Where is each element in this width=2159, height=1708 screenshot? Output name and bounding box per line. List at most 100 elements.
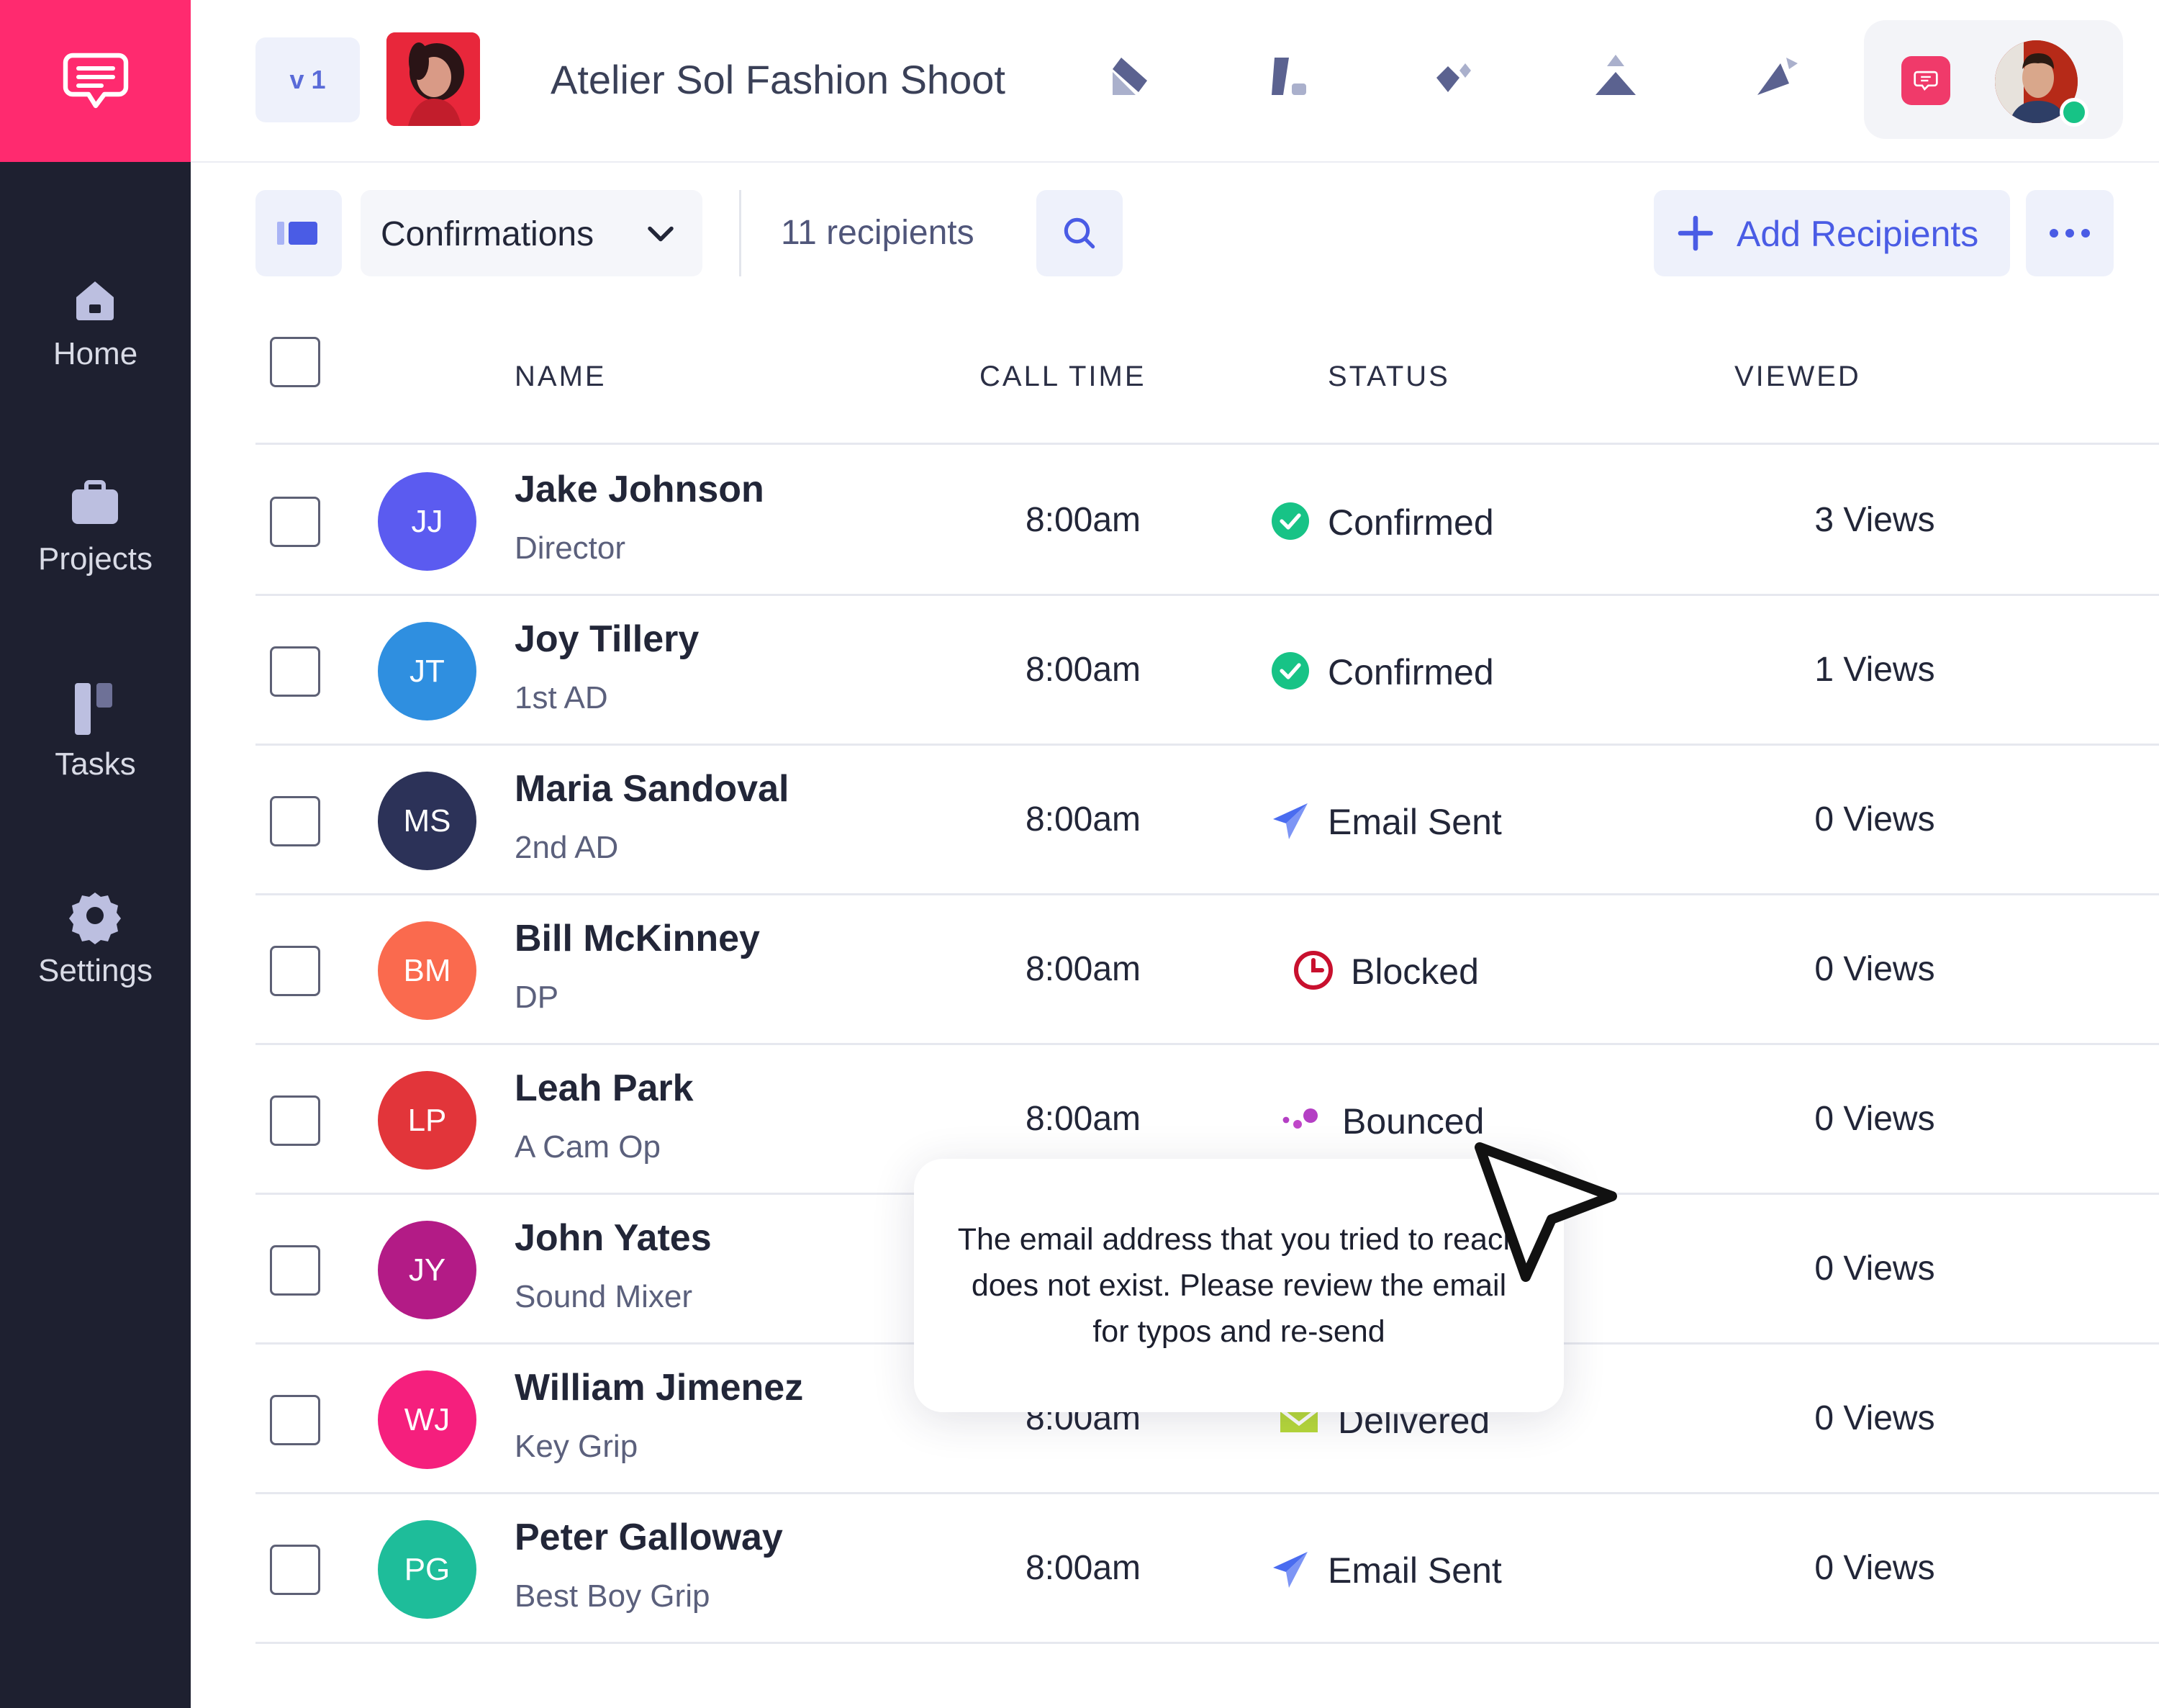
briefcase-icon: [72, 480, 118, 524]
portrait-image: [386, 32, 480, 126]
recipient-name[interactable]: William Jimenez: [515, 1366, 803, 1409]
views-count: 0 Views: [1814, 800, 1935, 839]
views-count: 0 Views: [1814, 950, 1935, 988]
plus-icon: [1678, 215, 1714, 251]
recipient-role: Director: [515, 530, 626, 566]
views-count: 0 Views: [1814, 1549, 1935, 1587]
tooltip-text: The email address that you tried to reac…: [957, 1222, 1521, 1349]
paper-plane-icon: [1269, 799, 1312, 842]
avatar: PG: [378, 1520, 476, 1619]
recipient-name[interactable]: Bill McKinney: [515, 917, 760, 960]
row-checkbox[interactable]: [270, 497, 320, 547]
avatar: JY: [378, 1221, 476, 1319]
check-circle-icon: [1269, 649, 1312, 692]
recipients-count: 11 recipients: [781, 214, 974, 252]
sidebar-item-settings[interactable]: Settings: [0, 887, 191, 1024]
call-time: 8:00am: [1025, 1549, 1141, 1587]
row-checkbox[interactable]: [270, 946, 320, 996]
avatar: LP: [378, 1071, 476, 1170]
add-recipients-label: Add Recipients: [1737, 214, 1979, 254]
recipient-role: Sound Mixer: [515, 1279, 693, 1314]
add-recipients-button[interactable]: Add Recipients: [1654, 190, 2010, 276]
row-checkbox[interactable]: [270, 796, 320, 846]
views-count: 0 Views: [1814, 1100, 1935, 1138]
project-title: Atelier Sol Fashion Shoot: [551, 57, 1005, 102]
shapes-icon[interactable]: [1263, 49, 1321, 107]
search-button[interactable]: [1036, 190, 1123, 276]
call-time: 8:00am: [1025, 950, 1141, 988]
list-selector-label: Confirmations: [381, 215, 594, 253]
status-label[interactable]: Confirmed: [1328, 651, 1494, 693]
views-count: 0 Views: [1814, 1399, 1935, 1437]
list-selector-dropdown[interactable]: Confirmations: [361, 190, 702, 276]
diamond-icon[interactable]: [1425, 49, 1483, 107]
column-header-viewed[interactable]: VIEWED: [1734, 361, 1861, 393]
project-thumbnail[interactable]: [386, 32, 480, 126]
views-count: 0 Views: [1814, 1250, 1935, 1288]
status-label[interactable]: Confirmed: [1328, 502, 1494, 543]
gear-icon: [69, 893, 121, 944]
paper-plane-icon: [1269, 1547, 1312, 1591]
chat-bubble-icon: [63, 53, 128, 108]
recipient-name[interactable]: Jake Johnson: [515, 468, 764, 511]
recipient-role: 2nd AD: [515, 830, 619, 865]
sidebar-item-home[interactable]: Home: [0, 270, 191, 407]
views-count: 3 Views: [1814, 501, 1935, 539]
messages-button[interactable]: [1901, 56, 1950, 105]
check-circle-icon: [1269, 500, 1312, 543]
chevron-down-icon: [648, 226, 674, 242]
avatar: JJ: [378, 472, 476, 571]
table-row[interactable]: BM Bill McKinney DP 8:00am Blocked 0 Views: [255, 895, 2159, 1045]
panel-toggle-button[interactable]: [255, 190, 342, 276]
row-checkbox[interactable]: [270, 1245, 320, 1296]
table-header: NAME CALL TIME STATUS VIEWED: [255, 301, 2159, 445]
sidebar-panel-icon: [277, 222, 317, 245]
call-time: 8:00am: [1025, 501, 1141, 539]
more-horizontal-icon: [2050, 229, 2090, 238]
sidebar: Home Projects Tasks Settings: [0, 0, 191, 1708]
bounce-dots-icon: [1277, 1098, 1321, 1142]
more-options-button[interactable]: [2026, 190, 2114, 276]
version-badge[interactable]: v 1: [255, 37, 360, 122]
table-row[interactable]: JJ Jake Johnson Director 8:00am Confirmed 3 V…: [255, 446, 2159, 596]
table-row[interactable]: PG Peter Galloway Best Boy Grip 8:00am Email…: [255, 1494, 2159, 1644]
row-checkbox[interactable]: [270, 646, 320, 697]
sidebar-item-label: Projects: [38, 541, 153, 577]
sidebar-item-tasks[interactable]: Tasks: [0, 680, 191, 817]
bounce-tooltip: The email address that you tried to reac…: [914, 1159, 1564, 1412]
mouse-cursor-icon: [1475, 1142, 1617, 1282]
header: v 1 Atelier Sol Fashion Shoot: [191, 0, 2159, 163]
avatar: MS: [378, 772, 476, 870]
column-header-status[interactable]: STATUS: [1328, 361, 1450, 393]
search-icon: [1064, 217, 1095, 249]
call-time: 8:00am: [1025, 651, 1141, 689]
sidebar-item-label: Tasks: [55, 746, 136, 782]
home-icon: [76, 281, 114, 320]
select-all-checkbox[interactable]: [270, 337, 320, 387]
status-label[interactable]: Email Sent: [1328, 801, 1502, 843]
sidebar-item-projects[interactable]: Projects: [0, 475, 191, 612]
toolbar: Confirmations 11 recipients Add Recipien…: [191, 164, 2159, 297]
table-row[interactable]: MS Maria Sandoval 2nd AD 8:00am Email Sent 0 …: [255, 746, 2159, 895]
row-checkbox[interactable]: [270, 1395, 320, 1445]
column-header-name[interactable]: NAME: [515, 361, 607, 393]
row-checkbox[interactable]: [270, 1545, 320, 1595]
arrow-up-icon[interactable]: [1587, 49, 1644, 107]
send-icon[interactable]: [1749, 49, 1806, 107]
column-header-call-time[interactable]: CALL TIME: [979, 361, 1146, 393]
call-time: 8:00am: [1025, 1100, 1141, 1138]
recipient-name[interactable]: Joy Tillery: [515, 618, 699, 661]
status-label[interactable]: Email Sent: [1328, 1550, 1502, 1591]
recipient-name[interactable]: John Yates: [515, 1216, 712, 1260]
avatar: WJ: [378, 1370, 476, 1469]
logo[interactable]: [0, 0, 191, 162]
sidebar-item-label: Home: [53, 336, 138, 371]
status-label[interactable]: Bounced: [1342, 1101, 1484, 1142]
recipient-name[interactable]: Maria Sandoval: [515, 767, 789, 810]
recipient-name[interactable]: Leah Park: [515, 1067, 694, 1110]
recipient-name[interactable]: Peter Galloway: [515, 1516, 783, 1559]
row-checkbox[interactable]: [270, 1095, 320, 1146]
table-row[interactable]: JT Joy Tillery 1st AD 8:00am Confirmed 1 View…: [255, 596, 2159, 746]
pencil-icon[interactable]: [1101, 49, 1159, 107]
status-label[interactable]: Blocked: [1351, 951, 1479, 993]
